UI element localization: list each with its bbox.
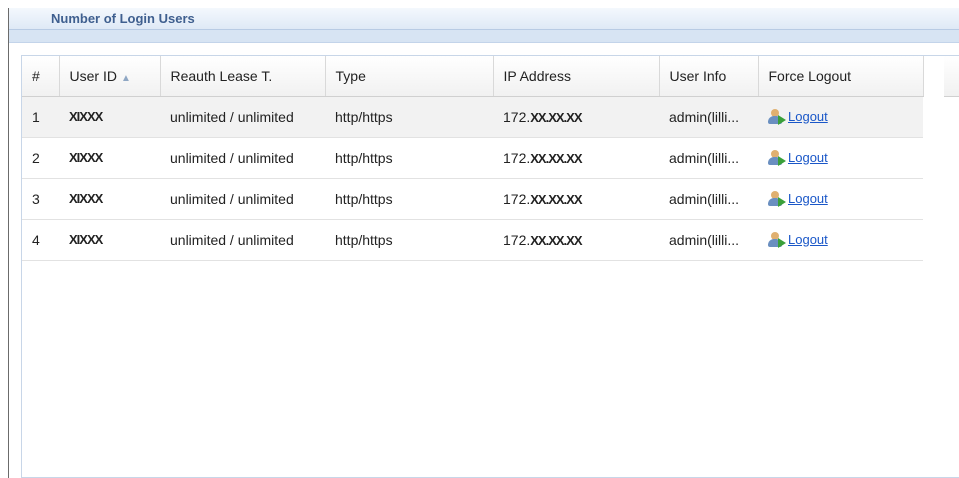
user-info-cell: admin(lilli... xyxy=(669,108,740,125)
row-number: 1 xyxy=(32,108,40,125)
ip-cell: 172.XX.XX.XX xyxy=(503,190,583,207)
ip-cell: 172.XX.XX.XX xyxy=(503,149,583,166)
logout-link[interactable]: Logout xyxy=(788,232,828,247)
user-id-cell: XIXXX xyxy=(69,191,103,206)
panel-toolbar-band xyxy=(9,30,959,43)
login-users-window: Number of Login Users # User ID ▲ Reauth… xyxy=(8,8,959,478)
user-id-cell: XIXXX xyxy=(69,232,103,247)
user-logout-icon[interactable] xyxy=(768,150,788,167)
reauth-cell: unlimited / unlimited xyxy=(170,231,294,248)
force-logout-cell: Logout xyxy=(758,178,923,219)
ip-cell: 172.XX.XX.XX xyxy=(503,108,583,125)
login-users-grid: # User ID ▲ Reauth Lease T. Type IP Addre… xyxy=(21,55,959,478)
reauth-cell: unlimited / unlimited xyxy=(170,190,294,207)
row-number: 4 xyxy=(32,231,40,248)
user-info-cell: admin(lilli... xyxy=(669,149,740,166)
panel-header: Number of Login Users xyxy=(9,8,959,30)
type-cell: http/https xyxy=(335,149,393,166)
table-header-row: # User ID ▲ Reauth Lease T. Type IP Addre… xyxy=(22,56,924,97)
sort-asc-icon: ▲ xyxy=(120,72,131,84)
reauth-cell: unlimited / unlimited xyxy=(170,149,294,166)
user-logout-icon[interactable] xyxy=(768,232,788,249)
column-header-number[interactable]: # xyxy=(22,56,60,97)
reauth-cell: unlimited / unlimited xyxy=(170,108,294,125)
user-id-cell: XIXXX xyxy=(69,109,103,124)
table-row[interactable]: 2 XIXXX unlimited / unlimited http/https… xyxy=(22,137,923,178)
table-row[interactable]: 3 XIXXX unlimited / unlimited http/https… xyxy=(22,178,923,219)
user-info-cell: admin(lilli... xyxy=(669,190,740,207)
header-filler xyxy=(944,56,959,97)
row-number: 3 xyxy=(32,190,40,207)
user-logout-icon[interactable] xyxy=(768,191,788,208)
type-cell: http/https xyxy=(335,108,393,125)
table-row[interactable]: 1 XIXXX unlimited / unlimited http/https… xyxy=(22,96,923,137)
row-number: 2 xyxy=(32,149,40,166)
force-logout-cell: Logout xyxy=(758,219,923,260)
user-info-cell: admin(lilli... xyxy=(669,231,740,248)
column-header-ip-address[interactable]: IP Address xyxy=(493,56,660,97)
force-logout-cell: Logout xyxy=(758,137,923,178)
column-header-user-info[interactable]: User Info xyxy=(659,56,759,97)
user-id-cell: XIXXX xyxy=(69,150,103,165)
type-cell: http/https xyxy=(335,190,393,207)
table-row[interactable]: 4 XIXXX unlimited / unlimited http/https… xyxy=(22,219,923,260)
user-logout-icon[interactable] xyxy=(768,109,788,126)
logout-link[interactable]: Logout xyxy=(788,150,828,165)
type-cell: http/https xyxy=(335,231,393,248)
column-header-type[interactable]: Type xyxy=(325,56,494,97)
logout-link[interactable]: Logout xyxy=(788,191,828,206)
force-logout-cell: Logout xyxy=(758,96,923,137)
column-header-force-logout[interactable]: Force Logout xyxy=(758,56,924,97)
users-table: # User ID ▲ Reauth Lease T. Type IP Addre… xyxy=(22,56,924,261)
logout-link[interactable]: Logout xyxy=(788,109,828,124)
column-header-user-id[interactable]: User ID ▲ xyxy=(59,56,161,97)
column-header-reauth-lease[interactable]: Reauth Lease T. xyxy=(160,56,326,97)
ip-cell: 172.XX.XX.XX xyxy=(503,231,583,248)
panel-title: Number of Login Users xyxy=(51,11,195,26)
